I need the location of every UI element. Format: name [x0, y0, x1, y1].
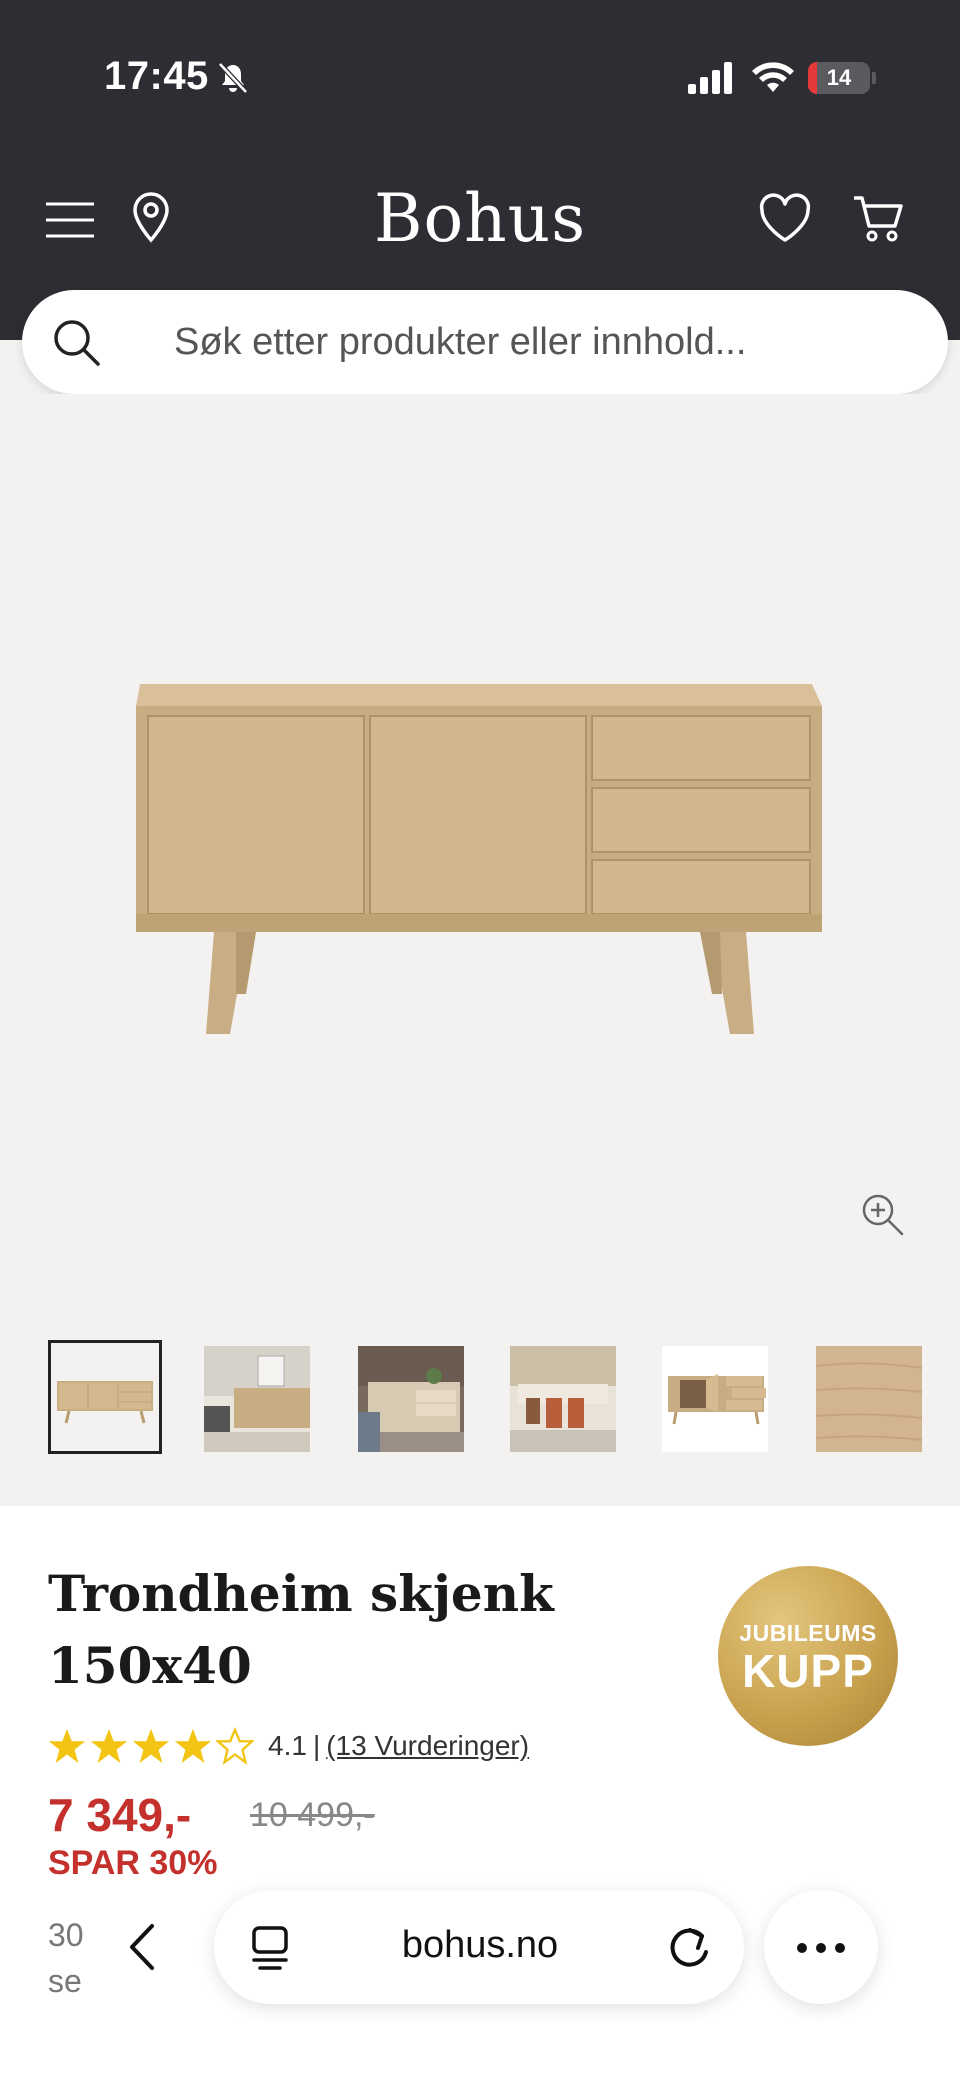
rating-stars: [48, 1727, 254, 1765]
star-filled-icon: [132, 1728, 170, 1764]
star-filled-icon: [48, 1728, 86, 1764]
wifi-icon: [752, 62, 794, 92]
current-price: 7 349,-: [48, 1789, 192, 1841]
star-filled-icon: [90, 1728, 128, 1764]
cart-icon[interactable]: [852, 192, 906, 246]
original-price: 10 499,-: [250, 1796, 375, 1834]
tabs-overview-icon[interactable]: [246, 1922, 296, 1972]
thumbnail-image: [510, 1346, 616, 1452]
cellular-signal-icon: [688, 62, 732, 94]
search-input[interactable]: [174, 318, 914, 366]
jubileums-kupp-badge: JUBILEUMS KUPP: [718, 1566, 898, 1746]
thumbnail-image: [204, 1346, 310, 1452]
thumbnail-2[interactable]: [204, 1346, 310, 1452]
battery-tip: [872, 72, 876, 84]
product-title-line2: 150x40: [48, 1636, 252, 1695]
thumbnail-gallery: [0, 1340, 960, 1460]
description-line2: se: [48, 1963, 82, 1999]
product-page: 17:45 14 Bohus Søk etter produkter eller…: [0, 0, 960, 2087]
status-time: 17:45: [104, 54, 209, 98]
product-rating: 4.1 | (13 Vurderinger): [48, 1724, 529, 1768]
zoom-in-icon[interactable]: [858, 1190, 906, 1238]
thumbnail-6[interactable]: [816, 1346, 922, 1452]
battery-level: 14: [826, 65, 852, 90]
star-empty-icon: [216, 1727, 254, 1765]
location-pin-icon[interactable]: [124, 190, 178, 244]
reload-icon[interactable]: [664, 1920, 714, 1974]
badge-line1: JUBILEUMS: [739, 1620, 877, 1646]
battery-body: 14: [808, 62, 870, 94]
thumbnail-image: [358, 1346, 464, 1452]
ellipsis-icon[interactable]: [792, 1928, 850, 1968]
product-main-image[interactable]: [0, 394, 960, 1314]
reviews-link[interactable]: (13 Vurderinger): [326, 1730, 529, 1762]
discount-label: SPAR 30%: [48, 1844, 218, 1882]
product-title-line1: Trondheim skjenk: [48, 1564, 554, 1623]
search-bar[interactable]: [22, 290, 948, 394]
badge-line2: KUPP: [742, 1645, 874, 1697]
thumbnail-image: [662, 1346, 768, 1452]
site-header: Bohus: [0, 180, 960, 260]
thumbnail-image: [816, 1346, 922, 1452]
browser-url[interactable]: bohus.no: [360, 1924, 600, 1967]
menu-icon[interactable]: [44, 194, 98, 248]
rating-separator: |: [312, 1730, 321, 1761]
bohus-logo[interactable]: Bohus: [330, 180, 630, 257]
bell-muted-icon: [218, 62, 248, 94]
search-icon[interactable]: [50, 316, 102, 368]
battery-indicator: 14: [808, 62, 876, 94]
thumbnail-3[interactable]: [358, 1346, 464, 1452]
thumbnail-4[interactable]: [510, 1346, 616, 1452]
rating-value: 4.1: [268, 1730, 307, 1761]
thumbnail-image: [51, 1343, 159, 1451]
product-title: Trondheim skjenk 150x40: [48, 1558, 608, 1702]
thumbnail-5[interactable]: [662, 1346, 768, 1452]
description-line1: 30: [48, 1917, 84, 1953]
status-bar: 17:45 14: [0, 0, 960, 150]
chevron-left-icon[interactable]: [118, 1920, 170, 1974]
thumbnail-1[interactable]: [48, 1340, 162, 1454]
heart-icon[interactable]: [758, 192, 812, 246]
star-filled-icon: [174, 1728, 212, 1764]
